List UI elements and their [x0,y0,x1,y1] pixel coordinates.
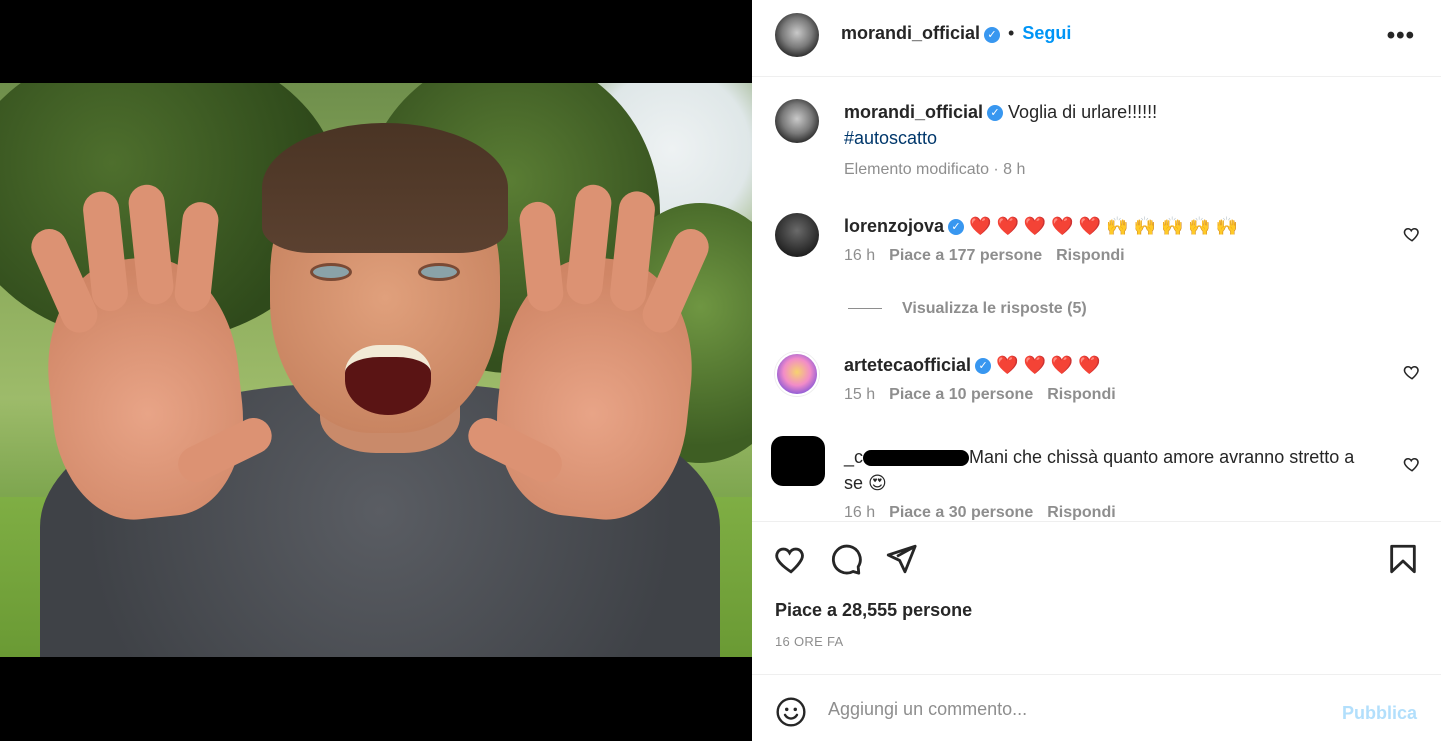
reply-button[interactable]: Rispondi [1056,247,1124,264]
comment-avatar-redacted[interactable] [771,436,825,486]
comment-text: Mani che chissà quanto amore avranno str… [969,447,1355,467]
comment-text: ❤️ ❤️ ❤️ ❤️ ❤️ 🙌 🙌 🙌 🙌 🙌 [969,216,1239,236]
like-heart-icon[interactable] [774,542,808,576]
replies-line [848,308,882,310]
comment-likes[interactable]: Piace a 10 persone [889,386,1033,403]
share-paper-plane-icon[interactable] [884,542,918,576]
reply-button[interactable]: Rispondi [1047,504,1115,520]
redacted-username [863,450,970,467]
view-replies[interactable]: Visualizza le risposte (5) [848,300,1087,318]
post-header: morandi_official ✓ • Segui ••• [752,0,1441,77]
verified-badge-icon: ✓ [987,105,1004,122]
comments-section[interactable]: morandi_official ✓ Voglia di urlare!!!!!!… [752,78,1441,520]
follow-button[interactable]: Segui [1022,23,1071,43]
photo-hair [262,123,508,253]
author-row: morandi_official ✓ • Segui [841,23,1071,44]
post-likes-count[interactable]: Piace a 28,555 persone [775,600,972,621]
caption-text: Voglia di urlare!!!!!! [1008,102,1158,122]
comment-likes[interactable]: Piace a 177 persone [889,247,1042,264]
like-comment-heart-icon[interactable] [1403,225,1421,243]
reply-button[interactable]: Rispondi [1047,386,1115,403]
like-comment-heart-icon[interactable] [1403,363,1421,381]
emoji-smiley-icon[interactable] [775,696,807,728]
comment-item: lorenzojova ✓ ❤️ ❤️ ❤️ ❤️ ❤️ 🙌 🙌 🙌 🙌 🙌 16… [844,213,1404,265]
post-timestamp[interactable]: 16 ORE FA [775,634,843,649]
post-actions: Piace a 28,555 persone 16 ORE FA [752,521,1441,674]
bookmark-icon[interactable] [1386,542,1420,576]
publish-button[interactable]: Pubblica [1342,703,1417,724]
comment-text: ❤️ ❤️ ❤️ ❤️ [996,355,1101,375]
separator-dot: • [1008,23,1015,43]
caption-hashtag[interactable]: #autoscatto [844,128,937,148]
like-comment-heart-icon[interactable] [1403,455,1421,473]
verified-badge-icon: ✓ [984,26,1001,43]
comment-bubble-icon[interactable] [829,542,863,576]
caption: morandi_official ✓ Voglia di urlare!!!!!!… [844,99,1404,179]
more-options-icon[interactable]: ••• [1387,22,1415,50]
comment-avatar[interactable] [775,352,819,396]
comment-text-cont: se 😍 [844,473,887,493]
post-panel: morandi_official ✓ • Segui ••• morandi_offi… [752,0,1441,741]
comment-time[interactable]: 15 h [844,386,875,403]
photo-eye [418,263,460,281]
comment-avatar[interactable] [775,213,819,257]
comment-time[interactable]: 16 h [844,504,875,520]
comment-likes[interactable]: Piace a 30 persone [889,504,1033,520]
caption-username[interactable]: morandi_official [844,102,983,122]
caption-avatar[interactable] [775,99,819,143]
post-photo[interactable] [0,83,752,657]
comment-item: _c Mani che chissà quanto amore avranno s… [844,444,1404,520]
author-username[interactable]: morandi_official [841,23,980,43]
comment-input[interactable] [828,695,1308,723]
add-comment-bar: Pubblica [752,674,1441,741]
photo-eye [310,263,352,281]
comment-username-prefix[interactable]: _c [844,447,863,467]
view-replies-label[interactable]: Visualizza le risposte (5) [902,300,1087,317]
photo-mouth [345,345,431,415]
comment-time[interactable]: 16 h [844,247,875,264]
comment-username[interactable]: artetecaofficial [844,355,971,375]
comment-username[interactable]: lorenzojova [844,216,944,236]
caption-meta: Elemento modificato · 8 h [844,161,1026,178]
comment-item: artetecaofficial ✓ ❤️ ❤️ ❤️ ❤️ 15 h Piace … [844,352,1404,404]
verified-badge-icon: ✓ [975,358,992,375]
post-media [0,0,752,741]
verified-badge-icon: ✓ [948,219,965,236]
author-avatar[interactable] [775,13,819,57]
